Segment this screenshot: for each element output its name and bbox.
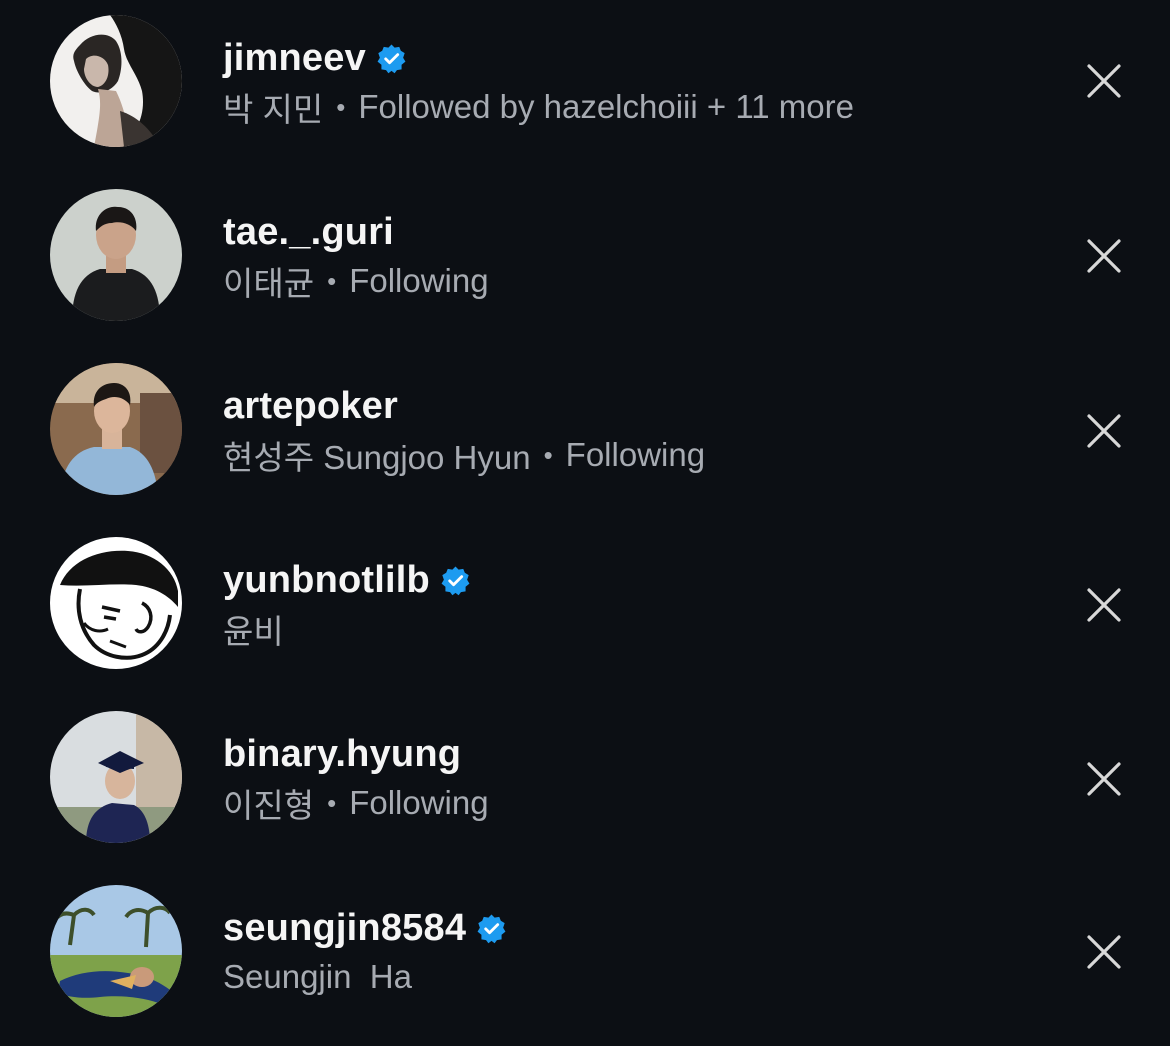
relation-status: Following [349, 262, 489, 299]
avatar-man-blue-sweater-photo [50, 363, 182, 495]
separator-dot: • [336, 91, 346, 122]
full-name: 박 지민 [223, 91, 324, 128]
avatar[interactable] [50, 885, 182, 1017]
username[interactable]: artepoker [223, 385, 398, 428]
username[interactable]: tae._.guri [223, 211, 394, 254]
username-line: artepoker [223, 380, 398, 432]
separator-dot: • [327, 265, 337, 296]
close-icon [1087, 239, 1121, 273]
avatar[interactable] [50, 189, 182, 321]
avatar-outdoor-lying-photo [50, 885, 182, 1017]
avatar-graduation-photo [50, 711, 182, 843]
close-icon [1087, 762, 1121, 796]
dismiss-button[interactable] [1082, 409, 1126, 453]
username-line: yunbnotlilb [223, 554, 471, 606]
username-line: jimneev [223, 32, 407, 84]
relation-status: Following [565, 436, 706, 473]
dismiss-button[interactable] [1082, 757, 1126, 801]
username-line: seungjin8584 [223, 902, 507, 954]
avatar-man-black-shirt-photo [50, 189, 182, 321]
verified-badge-icon [440, 565, 471, 596]
list-item-artepoker[interactable]: artepoker 현성주 Sungjoo Hyun • Following [0, 348, 1170, 522]
verified-badge-icon [376, 43, 407, 74]
avatar[interactable] [50, 363, 182, 495]
username[interactable]: seungjin8584 [223, 907, 466, 950]
dismiss-button[interactable] [1082, 930, 1126, 974]
avatar[interactable] [50, 711, 182, 843]
username[interactable]: binary.hyung [223, 733, 461, 776]
close-icon [1087, 588, 1121, 622]
avatar-cartoon-sketch [50, 537, 182, 669]
subtitle-line: 이진형 • Following [223, 780, 489, 826]
close-icon [1087, 64, 1121, 98]
username[interactable]: yunbnotlilb [223, 559, 430, 602]
dismiss-button[interactable] [1082, 59, 1126, 103]
full-name: 현성주 Sungjoo Hyun [223, 439, 531, 476]
full-name: 이태균 [223, 265, 315, 302]
full-name: Seungjin Ha [223, 958, 412, 995]
username-line: binary.hyung [223, 728, 461, 780]
subtitle-line: 박 지민 • Followed by hazelchoiii + 11 more [223, 84, 854, 130]
close-icon [1087, 414, 1121, 448]
list-item-tae-guri[interactable]: tae._.guri 이태균 • Following [0, 174, 1170, 348]
full-name: 윤비 [223, 613, 284, 650]
relation-status: Following [349, 784, 489, 821]
full-name: 이진형 [223, 787, 315, 824]
subtitle-line: Seungjin Ha [223, 954, 412, 1000]
username-line: tae._.guri [223, 206, 394, 258]
subtitle-line: 윤비 [223, 606, 284, 652]
relation-status: Followed by hazelchoiii + 11 more [358, 88, 854, 125]
list-item-binary-hyung[interactable]: binary.hyung 이진형 • Following [0, 696, 1170, 870]
subtitle-line: 이태균 • Following [223, 258, 489, 304]
username[interactable]: jimneev [223, 37, 366, 80]
dismiss-button[interactable] [1082, 583, 1126, 627]
avatar-woman-profile-photo [50, 15, 182, 147]
list-item-jimneev[interactable]: jimneev 박 지민 • Followed by hazelchoiii +… [0, 0, 1170, 174]
list-item-yunbnotlilb[interactable]: yunbnotlilb 윤비 [0, 522, 1170, 696]
dismiss-button[interactable] [1082, 234, 1126, 278]
verified-badge-icon [476, 913, 507, 944]
list-item-seungjin8584[interactable]: seungjin8584 Seungjin Ha [0, 870, 1170, 1044]
avatar[interactable] [50, 15, 182, 147]
close-icon [1087, 935, 1121, 969]
subtitle-line: 현성주 Sungjoo Hyun • Following [223, 432, 705, 478]
avatar[interactable] [50, 537, 182, 669]
separator-dot: • [543, 439, 553, 470]
separator-dot: • [327, 787, 337, 818]
